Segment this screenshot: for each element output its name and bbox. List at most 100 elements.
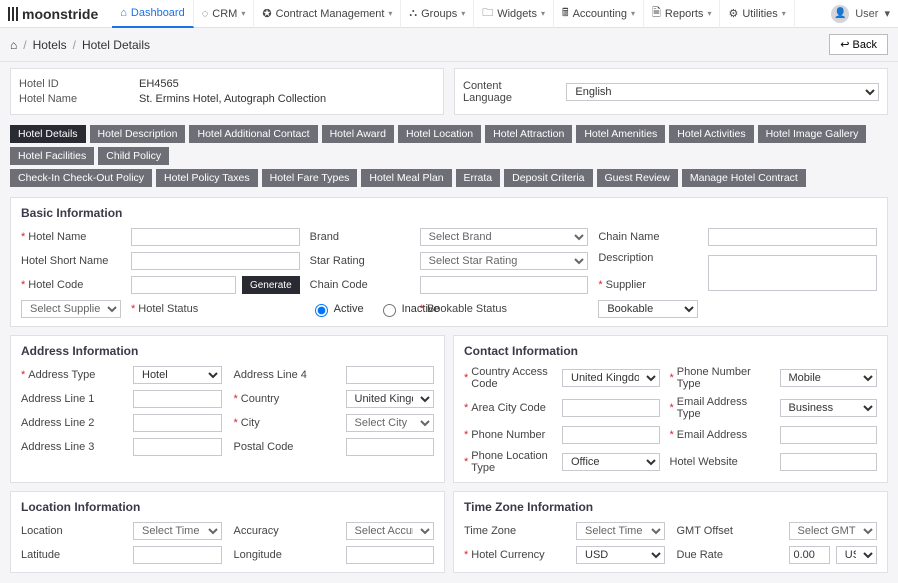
reports-icon: 🗎 (652, 4, 661, 23)
brand-select[interactable]: Select Brand (420, 228, 589, 246)
home-icon[interactable]: ⌂ (10, 38, 17, 52)
tab-hotel-location[interactable]: Hotel Location (398, 125, 481, 143)
hotel-website-input[interactable] (780, 453, 878, 471)
chain-name-label: Chain Name (598, 231, 698, 243)
postal-code-label: Postal Code (234, 441, 334, 453)
address-line-2-input[interactable] (133, 414, 222, 432)
header-right-panel: Content Language English (454, 68, 888, 115)
tab-hotel-attraction[interactable]: Hotel Attraction (485, 125, 572, 143)
nav-item-contract[interactable]: ✪ Contract Management ▾ (254, 0, 401, 28)
tab-hotel-amenities[interactable]: Hotel Amenities (576, 125, 665, 143)
nav-item-crm[interactable]: ◌ CRM ▾ (194, 0, 255, 28)
content-language-label: Content Language (463, 80, 552, 104)
nav-label: Widgets (497, 8, 537, 20)
nav-item-accounting[interactable]: 🖩 Accounting ▾ (554, 0, 644, 28)
address-type-select[interactable]: Hotel (133, 366, 222, 384)
area-city-code-label: Area City Code (471, 402, 546, 414)
nav-item-groups[interactable]: ⛬ Groups ▾ (401, 0, 474, 28)
brand-name: moonstride (22, 6, 98, 22)
postal-code-input[interactable] (346, 438, 435, 456)
tab-hotel-fare-types[interactable]: Hotel Fare Types (262, 169, 358, 187)
tabs-row-2: Check-In Check-Out Policy Hotel Policy T… (10, 169, 888, 187)
supplier-select[interactable]: Select Supplier (21, 300, 121, 318)
phone-number-type-label: Phone Number Type (677, 366, 770, 390)
latitude-input[interactable] (133, 546, 222, 564)
nav-item-utilities[interactable]: ⚙ Utilities ▾ (720, 0, 794, 28)
country-access-code-label: Country Access Code (471, 366, 552, 390)
gmt-offset-label: GMT Offset (677, 525, 777, 537)
phone-number-input[interactable] (562, 426, 660, 444)
tab-hotel-facilities[interactable]: Hotel Facilities (10, 147, 94, 165)
section-title: Contact Information (464, 344, 877, 358)
hotel-name-label: Hotel Name (28, 231, 86, 243)
email-address-type-select[interactable]: Business (780, 399, 878, 417)
tab-hotel-image-gallery[interactable]: Hotel Image Gallery (758, 125, 867, 143)
section-location-information: Location Information Location Select Tim… (10, 491, 445, 573)
tab-hotel-description[interactable]: Hotel Description (90, 125, 186, 143)
folder-icon: 🗀 (482, 4, 493, 23)
phone-number-type-select[interactable]: Mobile (780, 369, 878, 387)
section-title: Basic Information (21, 206, 877, 220)
nav-label: Accounting (573, 8, 627, 20)
tabs-row-1: Hotel Details Hotel Description Hotel Ad… (10, 125, 888, 165)
breadcrumb-item[interactable]: Hotels (33, 38, 67, 52)
address-line-3-input[interactable] (133, 438, 222, 456)
hotel-short-name-input[interactable] (131, 252, 300, 270)
tab-child-policy[interactable]: Child Policy (98, 147, 169, 165)
arrow-left-icon: ↩ (840, 39, 852, 51)
tab-hotel-meal-plan[interactable]: Hotel Meal Plan (361, 169, 451, 187)
city-select[interactable]: Select City (346, 414, 435, 432)
chain-code-input[interactable] (420, 276, 589, 294)
nav-item-reports[interactable]: 🗎 Reports ▾ (644, 0, 720, 28)
brand-label: Brand (310, 231, 410, 243)
tab-hotel-details[interactable]: Hotel Details (10, 125, 86, 143)
nav-user[interactable]: 👤 User ▾ (831, 5, 890, 23)
email-address-input[interactable] (780, 426, 878, 444)
brand-logo: moonstride (8, 6, 98, 22)
address-line-3-label: Address Line 3 (21, 441, 121, 453)
hotel-name-input[interactable] (131, 228, 300, 246)
breadcrumb-row: ⌂ / Hotels / Hotel Details ↩ Back (0, 28, 898, 62)
country-select[interactable]: United Kingdom (346, 390, 435, 408)
area-city-code-input[interactable] (562, 399, 660, 417)
tab-hotel-activities[interactable]: Hotel Activities (669, 125, 753, 143)
content-language-select[interactable]: English (566, 83, 879, 101)
email-address-label: Email Address (677, 429, 747, 441)
due-rate-input[interactable] (789, 546, 830, 564)
tab-hotel-award[interactable]: Hotel Award (322, 125, 394, 143)
back-button[interactable]: ↩ Back (829, 34, 888, 55)
nav-item-dashboard[interactable]: ⌂ Dashboard (112, 0, 193, 28)
tab-hotel-additional-contact[interactable]: Hotel Additional Contact (189, 125, 317, 143)
star-rating-select[interactable]: Select Star Rating (420, 252, 589, 270)
country-access-code-select[interactable]: United Kingdom (562, 369, 660, 387)
longitude-input[interactable] (346, 546, 435, 564)
nav-items: ⌂ Dashboard ◌ CRM ▾ ✪ Contract Managemen… (112, 0, 795, 28)
status-active-radio[interactable]: Active (310, 301, 364, 317)
hotel-currency-select[interactable]: USD (576, 546, 665, 564)
hotel-code-input[interactable] (131, 276, 236, 294)
tab-guest-review[interactable]: Guest Review (597, 169, 678, 187)
breadcrumb: ⌂ / Hotels / Hotel Details (10, 38, 150, 52)
nav-item-widgets[interactable]: 🗀 Widgets ▾ (474, 0, 554, 28)
address-type-label: Address Type (28, 369, 95, 381)
hotel-status-radio-group: Active Inactive (310, 301, 410, 317)
address-line-1-input[interactable] (133, 390, 222, 408)
tab-manage-hotel-contract[interactable]: Manage Hotel Contract (682, 169, 806, 187)
address-line-1-label: Address Line 1 (21, 393, 121, 405)
city-label: City (241, 417, 260, 429)
description-textarea[interactable] (708, 255, 877, 291)
description-label: Description (598, 252, 698, 264)
address-line-4-input[interactable] (346, 366, 435, 384)
chain-name-input[interactable] (708, 228, 877, 246)
tab-hotel-policy-taxes[interactable]: Hotel Policy Taxes (156, 169, 258, 187)
due-rate-currency-select[interactable]: USD (836, 546, 877, 564)
bookable-status-select[interactable]: Bookable (598, 300, 698, 318)
tab-deposit-criteria[interactable]: Deposit Criteria (504, 169, 592, 187)
phone-location-type-select[interactable]: Office (562, 453, 660, 471)
time-zone-label: Time Zone (464, 525, 564, 537)
accuracy-label: Accuracy (234, 525, 334, 537)
generate-button[interactable]: Generate (242, 276, 300, 294)
brand-bars-icon (8, 7, 18, 21)
tab-check-in-out-policy[interactable]: Check-In Check-Out Policy (10, 169, 152, 187)
tab-errata[interactable]: Errata (456, 169, 501, 187)
